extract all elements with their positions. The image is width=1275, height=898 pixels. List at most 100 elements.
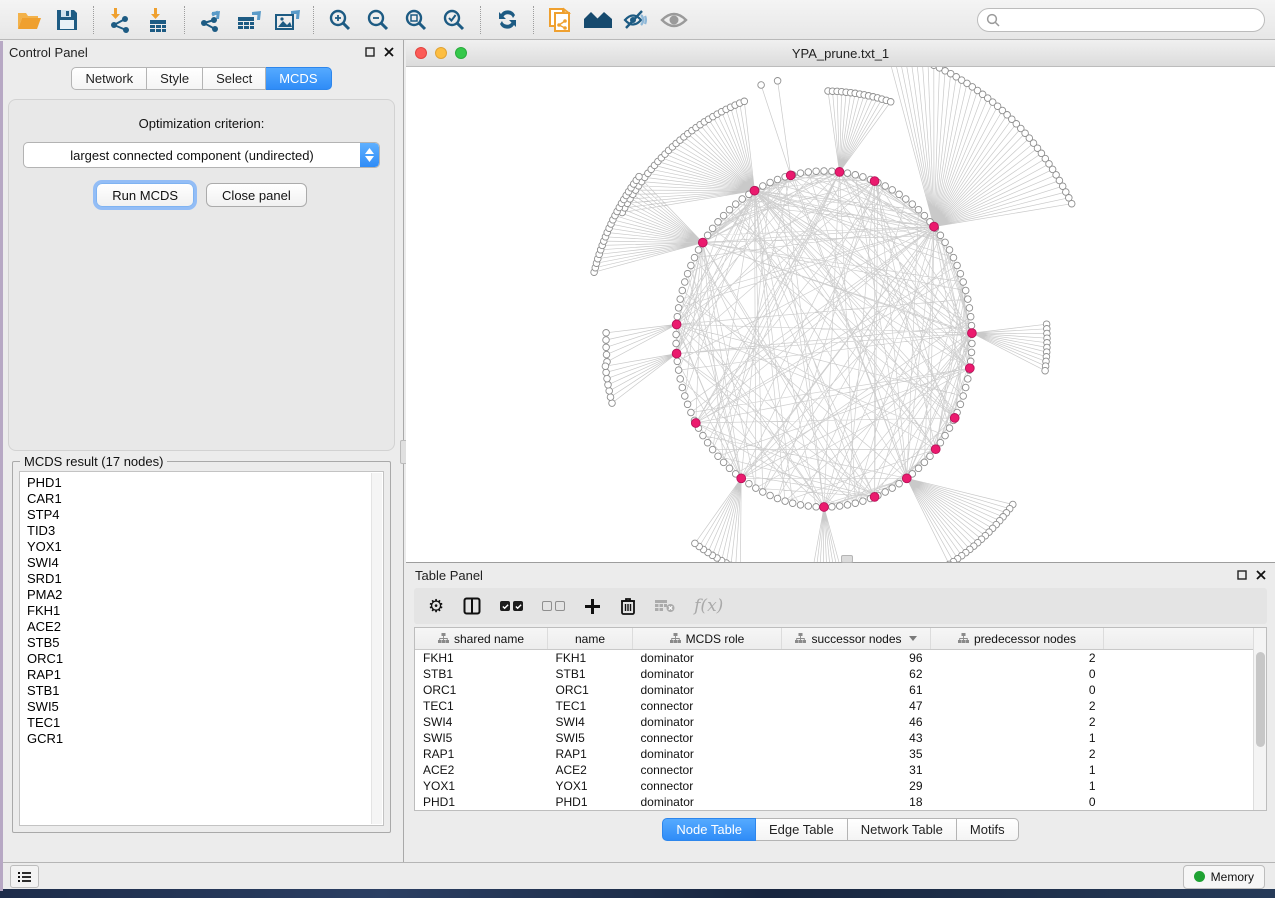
search-input[interactable] bbox=[1005, 12, 1256, 28]
table-row[interactable]: PHD1PHD1dominator180 bbox=[415, 794, 1266, 810]
column-header-name[interactable]: name bbox=[548, 628, 633, 650]
zoom-selected-icon[interactable] bbox=[435, 5, 473, 35]
column-header-mcds-role[interactable]: MCDS role bbox=[633, 628, 782, 650]
mcds-result-item[interactable]: STB5 bbox=[27, 635, 383, 651]
column-header-label: MCDS role bbox=[686, 632, 745, 646]
control-panel: Control Panel NetworkStyleSelectMCDS Opt… bbox=[0, 40, 403, 862]
mcds-result-item[interactable]: PMA2 bbox=[27, 587, 383, 603]
table-row[interactable]: RAP1RAP1dominator352 bbox=[415, 746, 1266, 762]
column-header-shared-name[interactable]: shared name bbox=[415, 628, 548, 650]
table-cell: ORC1 bbox=[548, 682, 633, 698]
mcds-result-item[interactable]: STP4 bbox=[27, 507, 383, 523]
tab-edge-table[interactable]: Edge Table bbox=[756, 818, 848, 841]
table-cell: YOX1 bbox=[415, 778, 548, 794]
table-cell: SWI4 bbox=[548, 714, 633, 730]
table-cell: connector bbox=[633, 778, 782, 794]
mcds-result-item[interactable]: SWI4 bbox=[27, 555, 383, 571]
show-graphics-icon[interactable] bbox=[655, 5, 693, 35]
table-cell: 1 bbox=[931, 762, 1104, 778]
task-history-button[interactable] bbox=[10, 865, 39, 888]
table-row[interactable]: STB1STB1dominator620 bbox=[415, 666, 1266, 682]
memory-status-icon bbox=[1194, 871, 1205, 882]
zoom-out-icon[interactable] bbox=[359, 5, 397, 35]
mcds-result-item[interactable]: SRD1 bbox=[27, 571, 383, 587]
float-table-panel-icon[interactable] bbox=[1237, 570, 1247, 580]
network-overview-icon[interactable] bbox=[579, 5, 617, 35]
column-header-successor-nodes[interactable]: successor nodes bbox=[782, 628, 931, 650]
tab-mcds[interactable]: MCDS bbox=[266, 67, 331, 90]
table-toolbar: ⚙ bbox=[414, 588, 1267, 624]
mcds-result-item[interactable]: PHD1 bbox=[27, 475, 383, 491]
mcds-result-item[interactable]: FKH1 bbox=[27, 603, 383, 619]
criterion-dropdown[interactable]: largest connected component (undirected) bbox=[23, 142, 380, 168]
tab-node-table[interactable]: Node Table bbox=[662, 818, 756, 841]
open-session-icon[interactable] bbox=[10, 5, 48, 35]
search-icon bbox=[986, 13, 1000, 27]
save-session-icon[interactable] bbox=[48, 5, 86, 35]
table-cell: FKH1 bbox=[548, 650, 633, 667]
mcds-result-item[interactable]: CAR1 bbox=[27, 491, 383, 507]
mcds-result-item[interactable]: RAP1 bbox=[27, 667, 383, 683]
zoom-fit-icon[interactable] bbox=[397, 5, 435, 35]
copy-network-icon[interactable] bbox=[541, 5, 579, 35]
table-row[interactable]: TEC1TEC1connector472 bbox=[415, 698, 1266, 714]
add-column-icon[interactable] bbox=[584, 598, 601, 615]
column-header-predecessor-nodes[interactable]: predecessor nodes bbox=[931, 628, 1104, 650]
import-network-icon[interactable] bbox=[101, 5, 139, 35]
mcds-result-item[interactable]: YOX1 bbox=[27, 539, 383, 555]
refresh-icon[interactable] bbox=[488, 5, 526, 35]
table-cell: TEC1 bbox=[415, 698, 548, 714]
tab-network[interactable]: Network bbox=[71, 67, 147, 90]
close-panel-button[interactable]: Close panel bbox=[206, 183, 307, 207]
mcds-list-scrollbar[interactable] bbox=[371, 473, 382, 824]
search-field[interactable] bbox=[977, 8, 1265, 32]
mcds-result-item[interactable]: ORC1 bbox=[27, 651, 383, 667]
import-table-icon[interactable] bbox=[139, 5, 177, 35]
table-cell: PHD1 bbox=[548, 794, 633, 810]
tab-network-table[interactable]: Network Table bbox=[848, 818, 957, 841]
mcds-result-item[interactable]: SWI5 bbox=[27, 699, 383, 715]
table-row[interactable]: ORC1ORC1dominator610 bbox=[415, 682, 1266, 698]
deselect-all-icon[interactable] bbox=[542, 601, 565, 611]
tab-select[interactable]: Select bbox=[203, 67, 266, 90]
float-panel-icon[interactable] bbox=[365, 47, 375, 57]
horizontal-splitter-handle[interactable] bbox=[841, 555, 853, 563]
table-options-gear-icon[interactable]: ⚙ bbox=[428, 597, 444, 615]
network-canvas[interactable] bbox=[406, 67, 1275, 562]
mcds-result-item[interactable]: TEC1 bbox=[27, 715, 383, 731]
export-network-icon[interactable] bbox=[192, 5, 230, 35]
column-header-filler bbox=[1104, 628, 1266, 650]
table-row[interactable]: YOX1YOX1connector291 bbox=[415, 778, 1266, 794]
close-panel-icon[interactable] bbox=[384, 47, 394, 57]
tab-style[interactable]: Style bbox=[147, 67, 203, 90]
zoom-in-icon[interactable] bbox=[321, 5, 359, 35]
tab-motifs[interactable]: Motifs bbox=[957, 818, 1019, 841]
table-scrollbar-thumb[interactable] bbox=[1256, 652, 1265, 747]
show-columns-icon[interactable] bbox=[463, 597, 481, 615]
memory-button[interactable]: Memory bbox=[1183, 865, 1265, 889]
table-cell: ACE2 bbox=[548, 762, 633, 778]
mcds-result-item[interactable]: GCR1 bbox=[27, 731, 383, 747]
table-row[interactable]: SWI4SWI4dominator462 bbox=[415, 714, 1266, 730]
hide-annotations-icon[interactable] bbox=[617, 5, 655, 35]
mcds-result-item[interactable]: ACE2 bbox=[27, 619, 383, 635]
table-cell: SWI5 bbox=[415, 730, 548, 746]
close-table-panel-icon[interactable] bbox=[1256, 570, 1266, 580]
select-all-icon[interactable] bbox=[500, 601, 523, 611]
table-scrollbar[interactable] bbox=[1253, 628, 1266, 810]
run-mcds-button[interactable]: Run MCDS bbox=[96, 183, 194, 207]
table-row[interactable]: SWI5SWI5connector431 bbox=[415, 730, 1266, 746]
table-row[interactable]: FKH1FKH1dominator962 bbox=[415, 650, 1266, 667]
mcds-result-list[interactable]: PHD1CAR1STP4TID3YOX1SWI4SRD1PMA2FKH1ACE2… bbox=[19, 471, 384, 826]
mcds-result-item[interactable]: TID3 bbox=[27, 523, 383, 539]
export-image-icon[interactable] bbox=[268, 5, 306, 35]
table-row[interactable]: ACE2ACE2connector311 bbox=[415, 762, 1266, 778]
network-titlebar[interactable]: YPA_prune.txt_1 bbox=[406, 40, 1275, 67]
desktop-background bbox=[0, 889, 1275, 898]
table-cell: 29 bbox=[782, 778, 931, 794]
table-cell: connector bbox=[633, 698, 782, 714]
network-graph[interactable] bbox=[406, 67, 1275, 562]
delete-column-icon[interactable] bbox=[620, 597, 636, 615]
export-table-icon[interactable] bbox=[230, 5, 268, 35]
mcds-result-item[interactable]: STB1 bbox=[27, 683, 383, 699]
